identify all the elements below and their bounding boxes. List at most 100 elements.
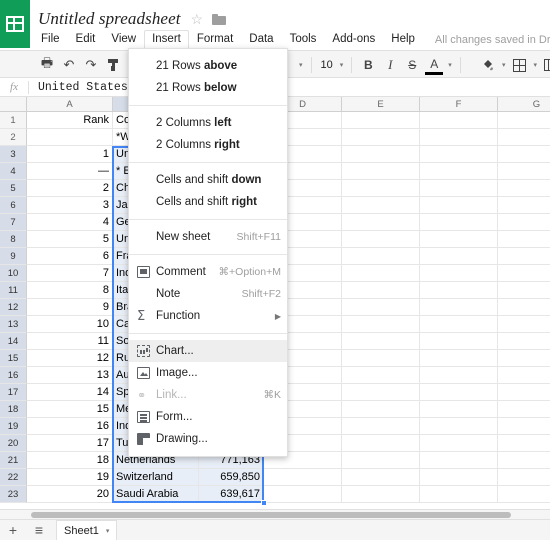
all-sheets-button[interactable]: ≡ [26, 522, 52, 538]
cell-A22[interactable]: 19 [27, 469, 113, 486]
redo-icon[interactable]: ↷ [80, 55, 102, 75]
insert-menu-item-cells-and-shift-down[interactable]: Cells and shift down [129, 169, 287, 191]
row-header-10[interactable]: 10 [0, 265, 27, 282]
cell-G14[interactable] [498, 333, 550, 350]
cell-A23[interactable]: 20 [27, 486, 113, 503]
cell-E21[interactable] [342, 452, 420, 469]
insert-menu-item-cells-and-shift-right[interactable]: Cells and shift right [129, 191, 287, 213]
cell-F1[interactable] [420, 112, 498, 129]
cell-G7[interactable] [498, 214, 550, 231]
row-header-21[interactable]: 21 [0, 452, 27, 469]
cell-E7[interactable] [342, 214, 420, 231]
cell-F5[interactable] [420, 180, 498, 197]
row-header-2[interactable]: 2 [0, 129, 27, 146]
row-header-4[interactable]: 4 [0, 163, 27, 180]
horizontal-scroll-track[interactable] [0, 509, 550, 519]
cell-B22[interactable]: Switzerland [113, 469, 199, 486]
row-header-7[interactable]: 7 [0, 214, 27, 231]
row-header-3[interactable]: 3 [0, 146, 27, 163]
star-icon[interactable]: ☆ [191, 12, 204, 26]
cell-G1[interactable] [498, 112, 550, 129]
cell-A6[interactable]: 3 [27, 197, 113, 214]
cell-G10[interactable] [498, 265, 550, 282]
cell-E13[interactable] [342, 316, 420, 333]
sheets-logo[interactable] [0, 0, 30, 48]
cell-E9[interactable] [342, 248, 420, 265]
cell-E10[interactable] [342, 265, 420, 282]
font-size-value[interactable]: 10 [317, 59, 337, 71]
row-header-19[interactable]: 19 [0, 418, 27, 435]
menu-edit[interactable]: Edit [68, 30, 104, 49]
cell-A19[interactable]: 16 [27, 418, 113, 435]
cell-G4[interactable] [498, 163, 550, 180]
insert-menu-item-comment[interactable]: Comment ⌘+Option+M [129, 261, 287, 283]
cell-E23[interactable] [342, 486, 420, 503]
selection-fill-handle[interactable] [261, 500, 267, 506]
cell-E16[interactable] [342, 367, 420, 384]
cell-F4[interactable] [420, 163, 498, 180]
cell-A9[interactable]: 6 [27, 248, 113, 265]
insert-menu-item-form[interactable]: Form... [129, 406, 287, 428]
row-header-13[interactable]: 13 [0, 316, 27, 333]
select-all-corner[interactable] [0, 97, 27, 112]
cell-E11[interactable] [342, 282, 420, 299]
insert-menu-item-21-rows-above[interactable]: 21 Rows above [129, 55, 287, 77]
cell-F23[interactable] [420, 486, 498, 503]
cell-E18[interactable] [342, 401, 420, 418]
cell-B23[interactable]: Saudi Arabia [113, 486, 199, 503]
cell-F8[interactable] [420, 231, 498, 248]
row-header-16[interactable]: 16 [0, 367, 27, 384]
cell-F15[interactable] [420, 350, 498, 367]
cell-F13[interactable] [420, 316, 498, 333]
row-header-14[interactable]: 14 [0, 333, 27, 350]
insert-menu-item-function[interactable]: Σ Function ▶ [129, 305, 287, 327]
row-header-18[interactable]: 18 [0, 401, 27, 418]
borders-caret-icon[interactable]: ▾ [534, 61, 538, 69]
menu-data[interactable]: Data [241, 30, 281, 49]
cell-E15[interactable] [342, 350, 420, 367]
row-header-9[interactable]: 9 [0, 248, 27, 265]
cell-F21[interactable] [420, 452, 498, 469]
strikethrough-button[interactable]: S [401, 55, 423, 75]
document-title[interactable]: Untitled spreadsheet [38, 9, 181, 29]
text-color-caret-icon[interactable]: ▾ [448, 61, 452, 69]
cell-G2[interactable] [498, 129, 550, 146]
merge-cells-icon[interactable] [540, 55, 550, 75]
cell-E1[interactable] [342, 112, 420, 129]
row-header-17[interactable]: 17 [0, 384, 27, 401]
cell-A18[interactable]: 15 [27, 401, 113, 418]
cell-D23[interactable] [264, 486, 342, 503]
borders-icon[interactable] [509, 55, 531, 75]
folder-icon[interactable] [212, 13, 227, 25]
cell-A8[interactable]: 5 [27, 231, 113, 248]
cell-F11[interactable] [420, 282, 498, 299]
cell-F10[interactable] [420, 265, 498, 282]
cell-A5[interactable]: 2 [27, 180, 113, 197]
insert-menu-item-note[interactable]: Note Shift+F2 [129, 283, 287, 305]
add-sheet-button[interactable]: + [0, 522, 26, 538]
cell-G9[interactable] [498, 248, 550, 265]
column-header-a[interactable]: A [27, 97, 113, 112]
cell-A1[interactable]: Rank [27, 112, 113, 129]
cell-E17[interactable] [342, 384, 420, 401]
row-header-8[interactable]: 8 [0, 231, 27, 248]
insert-menu-item-2-columns-left[interactable]: 2 Columns left [129, 112, 287, 134]
cell-A12[interactable]: 9 [27, 299, 113, 316]
cell-A2[interactable] [27, 129, 113, 146]
print-icon[interactable]: 🖶 [36, 55, 58, 75]
cell-E8[interactable] [342, 231, 420, 248]
horizontal-scroll-thumb[interactable] [31, 512, 511, 518]
font-family-caret-icon[interactable]: ▾ [299, 61, 303, 69]
row-header-11[interactable]: 11 [0, 282, 27, 299]
cell-G22[interactable] [498, 469, 550, 486]
cell-G19[interactable] [498, 418, 550, 435]
cell-C23[interactable]: 639,617 [199, 486, 264, 503]
cell-F19[interactable] [420, 418, 498, 435]
cell-A11[interactable]: 8 [27, 282, 113, 299]
cell-C22[interactable]: 659,850 [199, 469, 264, 486]
cell-G20[interactable] [498, 435, 550, 452]
cell-F17[interactable] [420, 384, 498, 401]
row-header-23[interactable]: 23 [0, 486, 27, 503]
cell-G6[interactable] [498, 197, 550, 214]
insert-menu-item-chart[interactable]: Chart... [129, 340, 287, 362]
